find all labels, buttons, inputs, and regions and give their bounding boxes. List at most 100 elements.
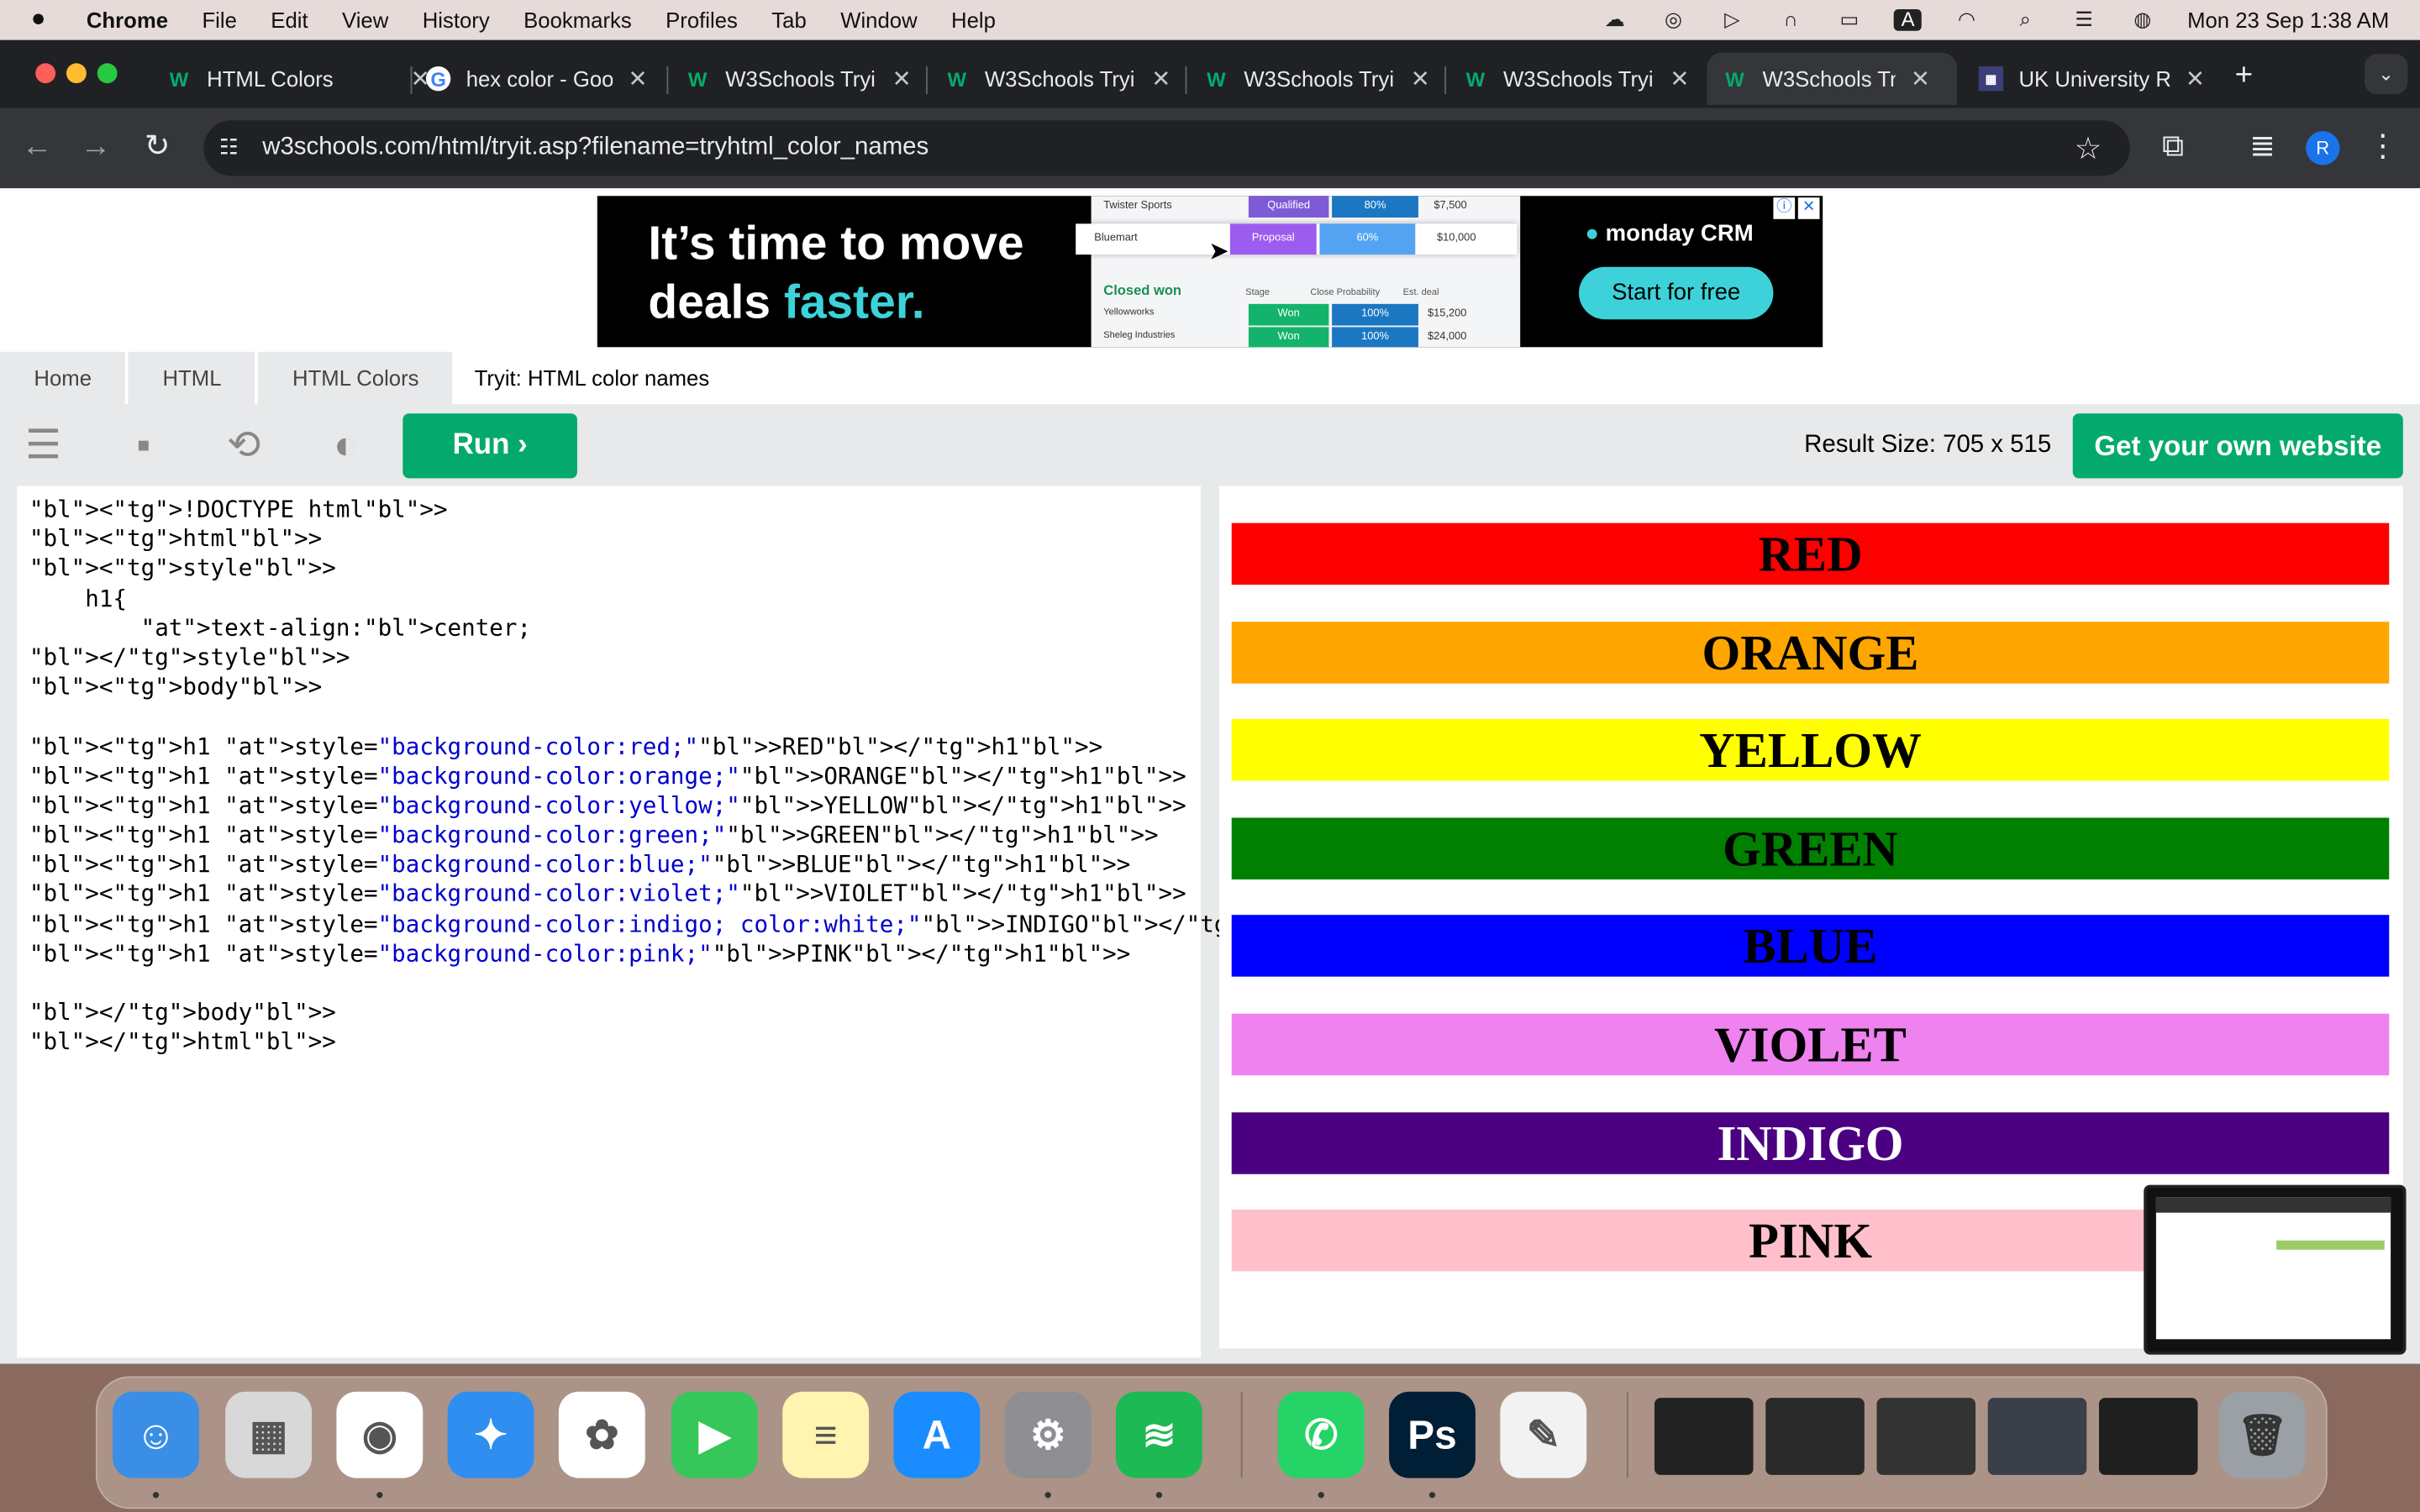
creative-cloud-icon[interactable]: ☁ (1601, 8, 1628, 31)
menu-file[interactable]: File (202, 8, 236, 32)
media-controls-icon[interactable]: ≣ (2247, 131, 2278, 162)
code-line[interactable]: "bl"><"tg">h1 "at">style="background-col… (17, 880, 1201, 910)
code-line[interactable]: "bl"><"tg">style"bl">> (17, 554, 1201, 584)
code-editor[interactable]: "bl"><"tg">!DOCTYPE html"bl">> "bl"><"tg"… (17, 486, 1367, 1358)
app-store-icon[interactable]: A (893, 1391, 981, 1478)
menu-help[interactable]: Help (951, 8, 996, 32)
battery-icon[interactable]: ▭ (1835, 8, 1863, 31)
theme-contrast-icon[interactable]: ◐ (321, 423, 371, 465)
new-tab-icon[interactable]: + (2235, 59, 2253, 94)
close-tab-icon[interactable]: ✕ (2186, 65, 2205, 92)
zoom-window-button[interactable] (97, 63, 118, 84)
code-line[interactable]: "bl"><"tg">h1 "at">style="background-col… (17, 910, 1367, 939)
close-tab-icon[interactable]: ✕ (629, 65, 648, 92)
menu-view[interactable]: View (342, 8, 388, 32)
menu-profiles[interactable]: Profiles (666, 8, 738, 32)
play-icon[interactable]: ▷ (1718, 8, 1746, 31)
menu-edit[interactable]: Edit (271, 8, 308, 32)
chrome-menu-icon[interactable]: ⋮ (2368, 131, 2399, 162)
ad-info-icon[interactable]: ⓘ (1773, 197, 1796, 219)
tab-w3schools-tryit-3[interactable]: W W3Schools Tryi ✕ (1204, 52, 1430, 104)
code-line[interactable]: h1{ (17, 584, 1201, 613)
code-line[interactable] (17, 702, 1201, 732)
bookmark-star-icon[interactable]: ☆ (2075, 129, 2102, 168)
dock-window-preview-5[interactable] (2098, 1398, 2198, 1475)
facetime-icon[interactable]: ▶ (671, 1391, 758, 1478)
rotate-orientation-icon[interactable]: ⟲ (219, 423, 269, 465)
profile-avatar[interactable]: R (2306, 131, 2340, 165)
apple-menu-icon[interactable]: ● (31, 7, 53, 32)
menu-history[interactable]: History (423, 8, 490, 32)
close-tab-icon[interactable]: ✕ (1670, 65, 1689, 92)
launchpad-icon[interactable]: ▦ (225, 1391, 313, 1478)
code-line[interactable]: "bl"><"tg">html"bl">> (17, 525, 1201, 554)
control-center-icon[interactable]: ☰ (2070, 8, 2097, 31)
screenshot-thumbnail[interactable] (2144, 1184, 2407, 1355)
close-tab-icon[interactable]: ✕ (892, 65, 912, 92)
wifi-icon[interactable]: ◠ (1953, 8, 1981, 31)
code-line[interactable]: "bl"><"tg">h1 "at">style="background-col… (17, 939, 1201, 969)
dock-window-preview-2[interactable] (1765, 1398, 1865, 1475)
menu-hamburger-icon[interactable]: ☰ (18, 423, 68, 465)
airdrop-icon[interactable]: ◎ (1660, 8, 1687, 31)
code-line[interactable] (17, 969, 1201, 998)
url-text[interactable]: w3schools.com/html/tryit.asp?filename=tr… (262, 134, 929, 162)
close-tab-icon[interactable]: ✕ (1151, 65, 1171, 92)
menu-window[interactable]: Window (840, 8, 917, 32)
photoshop-icon[interactable]: Ps (1389, 1391, 1476, 1478)
get-your-own-website-button[interactable]: Get your own website (2072, 413, 2403, 479)
run-button[interactable]: Run › (402, 413, 577, 479)
finder-icon[interactable]: ☺ (113, 1391, 199, 1478)
tab-html-colors[interactable]: W HTML Colors ✕ (166, 52, 430, 104)
tab-hex-color-google[interactable]: G hex color - Goo ✕ (425, 52, 648, 104)
dock-window-preview-4[interactable] (1987, 1398, 2087, 1475)
code-line[interactable]: "bl"><"tg">h1 "at">style="background-col… (17, 732, 1201, 762)
close-window-button[interactable] (35, 63, 56, 84)
breadcrumb-html-colors[interactable]: HTML Colors (258, 351, 453, 405)
tab-uk-university[interactable]: ▦ UK University R ✕ (1978, 52, 2205, 104)
spotify-icon[interactable]: ≋ (1115, 1391, 1202, 1478)
back-icon[interactable]: ← (22, 131, 53, 162)
forward-icon[interactable]: → (81, 131, 112, 162)
extensions-icon[interactable]: ⧉ (2158, 131, 2189, 162)
site-info-icon[interactable]: ☷ (219, 134, 239, 160)
siri-icon[interactable]: ◍ (2128, 8, 2156, 31)
code-line[interactable]: "bl"><"tg">!DOCTYPE html"bl">> (17, 496, 1201, 525)
close-tab-icon[interactable]: ✕ (1411, 65, 1430, 92)
menu-tab[interactable]: Tab (771, 8, 806, 32)
menu-app-chrome[interactable]: Chrome (87, 8, 168, 32)
save-icon[interactable]: ▪ (118, 423, 168, 465)
dock-window-preview-3[interactable] (1876, 1398, 1976, 1475)
chrome-icon[interactable]: ◉ (336, 1391, 424, 1478)
breadcrumb-html[interactable]: HTML (129, 351, 255, 405)
menubar-clock[interactable]: Mon 23 Sep 1:38 AM (2187, 8, 2389, 32)
spotlight-search-icon[interactable]: ⌕ (2012, 8, 2039, 31)
system-settings-icon[interactable]: ⚙ (1004, 1391, 1092, 1478)
whatsapp-icon[interactable]: ✆ (1277, 1391, 1365, 1478)
code-line[interactable]: "bl"></"tg">html"bl">> (17, 1028, 1201, 1058)
safari-icon[interactable]: ✦ (447, 1391, 534, 1478)
code-line[interactable]: "bl"><"tg">h1 "at">style="background-col… (17, 851, 1201, 880)
code-line[interactable]: "bl"><"tg">h1 "at">style="background-col… (17, 762, 1201, 791)
tab-w3schools-tryit-1[interactable]: W W3Schools Tryi ✕ (686, 52, 912, 104)
ad-start-free-button[interactable]: Start for free (1578, 266, 1774, 320)
ad-banner[interactable]: It’s time to move deals faster. Twister … (597, 196, 1823, 348)
tab-search-icon[interactable]: ⌄ (2364, 54, 2408, 95)
close-tab-icon[interactable]: ✕ (1911, 65, 1930, 92)
minimize-window-button[interactable] (66, 63, 87, 84)
address-bar[interactable]: ☷ w3schools.com/html/tryit.asp?filename=… (203, 120, 2130, 176)
code-line[interactable]: "bl"><"tg">h1 "at">style="background-col… (17, 821, 1201, 850)
trash-icon[interactable]: 🗑 (2219, 1391, 2307, 1478)
notes-icon[interactable]: ≡ (782, 1391, 870, 1478)
tab-w3schools-tryit-4[interactable]: W W3Schools Tryi ✕ (1463, 52, 1690, 104)
code-line[interactable]: "bl"></"tg">body"bl">> (17, 999, 1201, 1028)
menu-bookmarks[interactable]: Bookmarks (523, 8, 632, 32)
code-line[interactable]: "bl"><"tg">body"bl">> (17, 673, 1201, 702)
headphones-icon[interactable]: ∩ (1777, 8, 1805, 31)
photos-icon[interactable]: ✿ (558, 1391, 645, 1478)
reload-icon[interactable]: ↻ (142, 131, 173, 162)
input-source-icon[interactable]: A (1894, 8, 1923, 31)
code-line[interactable]: "at">text-align:"bl">center; (17, 614, 1201, 643)
code-line[interactable]: "bl"><"tg">h1 "at">style="background-col… (17, 791, 1201, 821)
code-line[interactable]: "bl"></"tg">style"bl">> (17, 643, 1201, 673)
